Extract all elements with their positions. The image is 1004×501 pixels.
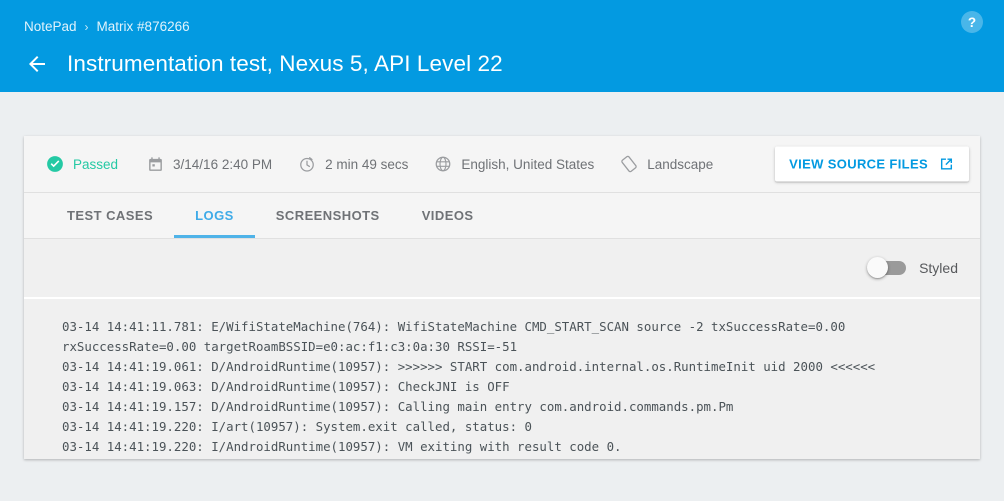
calendar-icon	[146, 155, 164, 173]
tab-test-cases-label: TEST CASES	[67, 208, 153, 223]
log-line: 03-14 14:41:19.220: I/art(10957): System…	[62, 417, 980, 437]
tab-logs[interactable]: LOGS	[174, 193, 255, 238]
arrow-back-icon[interactable]	[24, 51, 50, 77]
tab-logs-label: LOGS	[195, 208, 234, 223]
styled-toggle-knob	[867, 257, 888, 278]
breadcrumb-root-link[interactable]: NotePad	[24, 19, 77, 35]
globe-icon	[434, 155, 452, 173]
view-source-files-button[interactable]: VIEW SOURCE FILES	[775, 147, 969, 182]
log-line: 03-14 14:41:11.781: E/WifiStateMachine(7…	[62, 317, 980, 337]
test-duration-label: 2 min 49 secs	[325, 157, 408, 172]
test-orientation-label: Landscape	[647, 157, 713, 172]
view-source-files-label: VIEW SOURCE FILES	[789, 157, 928, 172]
tab-screenshots[interactable]: SCREENSHOTS	[255, 193, 401, 238]
log-line: 03-14 14:41:19.061: D/AndroidRuntime(109…	[62, 357, 980, 377]
styled-toggle-label: Styled	[919, 260, 958, 276]
help-circle-icon[interactable]: ?	[960, 10, 984, 34]
styled-toggle[interactable]	[870, 261, 906, 275]
svg-text:?: ?	[968, 15, 976, 30]
tab-test-cases[interactable]: TEST CASES	[46, 193, 174, 238]
tab-videos-label: VIDEOS	[422, 208, 474, 223]
timer-icon	[298, 155, 316, 173]
page-title: Instrumentation test, Nexus 5, API Level…	[67, 50, 503, 78]
test-date: 3/14/16 2:40 PM	[146, 155, 272, 173]
open-in-new-icon	[938, 156, 955, 173]
log-line: 03-14 14:41:19.157: D/AndroidRuntime(109…	[62, 397, 980, 417]
log-output[interactable]: 03-14 14:41:11.781: E/WifiStateMachine(7…	[24, 299, 980, 459]
tab-screenshots-label: SCREENSHOTS	[276, 208, 380, 223]
breadcrumb-current-link[interactable]: Matrix #876266	[97, 19, 190, 35]
test-orientation: Landscape	[620, 155, 713, 173]
breadcrumb-separator-icon: ›	[85, 19, 89, 35]
status-badge: Passed	[46, 155, 118, 173]
log-line: 03-14 14:41:19.220: I/AndroidRuntime(109…	[62, 437, 980, 457]
breadcrumb: NotePad › Matrix #876266	[24, 19, 190, 35]
test-date-label: 3/14/16 2:40 PM	[173, 157, 272, 172]
check-circle-icon	[46, 155, 64, 173]
test-summary-bar: Passed 3/14/16 2:40 PM 2 min 49 secs	[24, 136, 980, 193]
test-duration: 2 min 49 secs	[298, 155, 408, 173]
log-line: 03-14 14:41:19.063: D/AndroidRuntime(109…	[62, 377, 980, 397]
app-bar-title-row: Instrumentation test, Nexus 5, API Level…	[0, 42, 1004, 86]
result-tabs: TEST CASES LOGS SCREENSHOTS VIDEOS	[24, 193, 980, 239]
log-options-bar: Styled	[24, 239, 980, 299]
log-line: 03-14 14:41:19.785: D/AndroidRuntime(109…	[62, 457, 980, 459]
app-bar: NotePad › Matrix #876266 Instrumentation…	[0, 0, 1004, 92]
tab-videos[interactable]: VIDEOS	[401, 193, 495, 238]
status-label: Passed	[73, 157, 118, 172]
screen-rotation-icon	[620, 155, 638, 173]
test-locale: English, United States	[434, 155, 594, 173]
test-result-card: Passed 3/14/16 2:40 PM 2 min 49 secs	[24, 136, 980, 459]
log-line: rxSuccessRate=0.00 targetRoamBSSID=e0:ac…	[62, 337, 980, 357]
test-locale-label: English, United States	[461, 157, 594, 172]
